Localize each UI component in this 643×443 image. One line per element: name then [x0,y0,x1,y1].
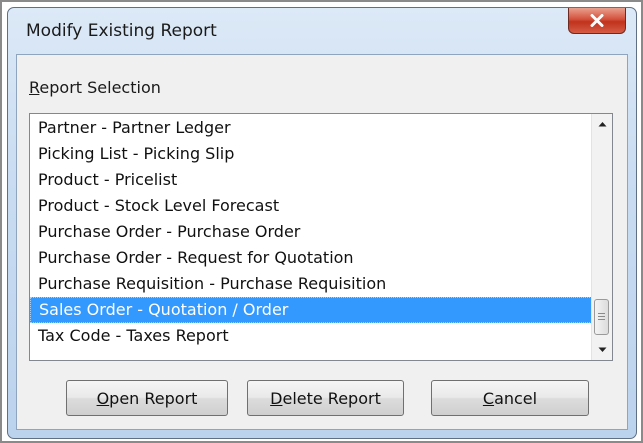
open-mnemonic: O [96,388,110,408]
delete-label: elete Report [282,388,381,408]
open-report-button[interactable]: Open Report [66,380,228,416]
delete-mnemonic: D [270,388,283,408]
list-item[interactable]: Purchase Order - Purchase Order [30,219,592,245]
cancel-label: ancel [494,388,538,408]
list-item[interactable]: Partner - Partner Ledger [30,115,592,141]
open-label: pen Report [109,388,198,408]
report-listbox[interactable]: Partner - Partner Ledger Picking List - … [29,113,613,361]
grip-icon [598,312,605,322]
list-item[interactable]: Purchase Order - Request for Quotation [30,245,592,271]
list-item[interactable]: Purchase Requisition - Purchase Requisit… [30,271,592,297]
scroll-down-button[interactable] [592,340,612,360]
vertical-scrollbar[interactable] [591,114,612,360]
list-item[interactable]: Product - Pricelist [30,167,592,193]
close-button[interactable] [568,8,626,34]
list-item[interactable]: Picking List - Picking Slip [30,141,592,167]
delete-report-button[interactable]: Delete Report [247,380,404,416]
label-mnemonic: R [29,78,40,97]
list-item[interactable]: Product - Stock Level Forecast [30,193,592,219]
scrollbar-thumb[interactable] [594,299,609,335]
dialog-window: Modify Existing Report Report Selection … [7,7,637,439]
arrow-down-icon [598,347,606,352]
close-x-icon [590,14,604,27]
title-bar[interactable]: Modify Existing Report [8,8,636,52]
report-list: Partner - Partner Ledger Picking List - … [30,115,592,349]
arrow-up-icon [598,122,606,127]
screenshot-frame: Modify Existing Report Report Selection … [0,0,643,443]
cancel-button[interactable]: Cancel [431,380,589,416]
list-item-selected[interactable]: Sales Order - Quotation / Order [30,297,592,323]
cancel-mnemonic: C [482,388,495,408]
label-text: eport Selection [39,78,161,97]
dialog-client-area: Report Selection Partner - Partner Ledge… [16,54,628,430]
report-selection-label: Report Selection [29,78,161,97]
window-title: Modify Existing Report [26,21,217,41]
list-item[interactable]: Tax Code - Taxes Report [30,323,592,349]
scroll-up-button[interactable] [592,114,612,134]
